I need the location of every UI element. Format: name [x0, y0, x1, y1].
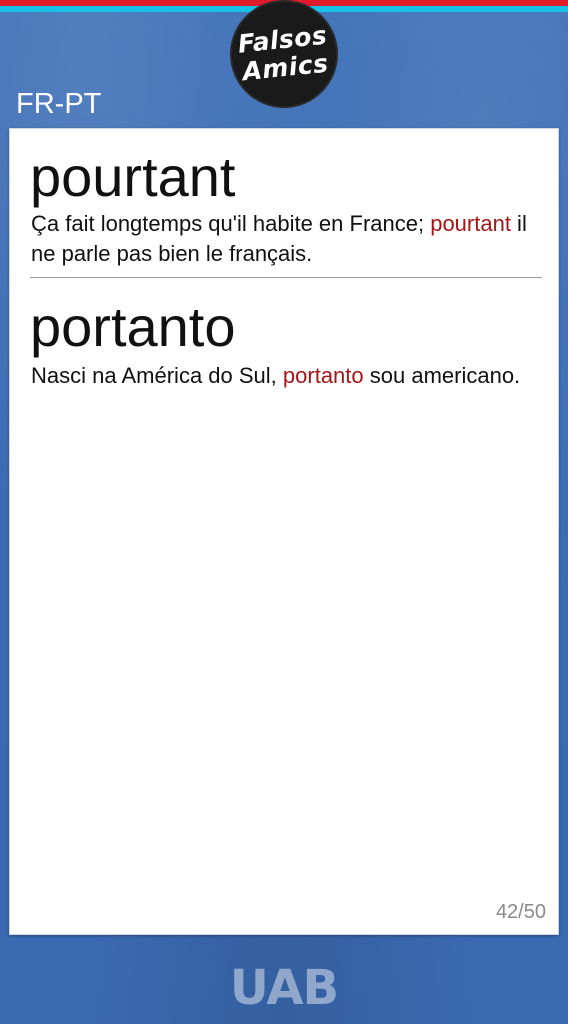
flashcard[interactable]: pourtant Ça fait longtemps qu'il habite … [9, 128, 559, 935]
logo-line-2: Amics [241, 48, 330, 87]
source-example-highlight: pourtant [430, 211, 511, 236]
language-pair-label: FR-PT [16, 88, 102, 120]
target-example: Nasci na América do Sul, portanto sou am… [31, 361, 531, 391]
target-example-before: Nasci na América do Sul, [31, 363, 283, 388]
source-example: Ça fait longtemps qu'il habite en France… [31, 209, 531, 269]
target-example-after: sou americano. [363, 363, 521, 388]
card-counter: 42/50 [495, 901, 546, 923]
target-word: portanto [30, 295, 236, 358]
source-word: pourtant [30, 145, 236, 208]
uab-logo: UAB [229, 960, 339, 1016]
divider [30, 277, 542, 278]
target-example-highlight: portanto [282, 363, 364, 388]
source-example-before: Ça fait longtemps qu'il habite en France… [31, 211, 431, 236]
